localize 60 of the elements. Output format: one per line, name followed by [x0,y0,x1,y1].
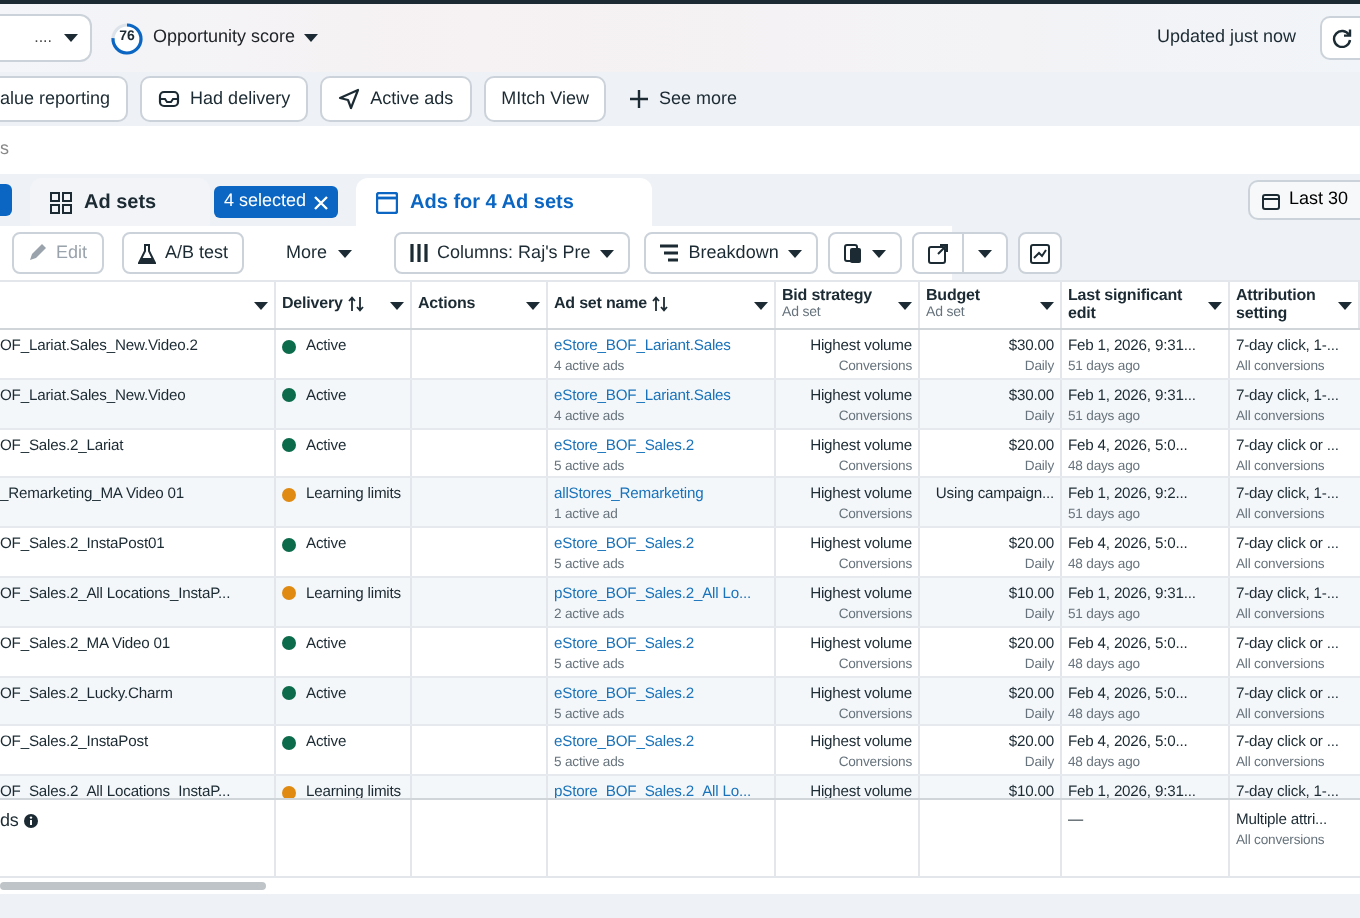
column-header[interactable]: Actions [418,296,476,314]
account-dropdown[interactable]: .... [0,14,92,62]
sort-icon [651,296,668,313]
caret-icon [254,301,268,309]
chart-button[interactable] [1018,232,1063,274]
caret-icon [872,249,887,257]
columns-button[interactable]: Columns: Raj's Pre [393,232,631,274]
pencil-icon [28,244,46,262]
filter-chip[interactable]: MItch View [483,76,607,122]
caret-icon [64,34,78,42]
column-header[interactable]: Ad set name [554,296,647,314]
scrollbar-thumb[interactable] [0,882,266,891]
breakdown-button[interactable]: Breakdown [644,232,819,274]
caret-icon [898,301,912,309]
caret-icon [754,301,768,309]
opportunity-score-dropdown[interactable]: Opportunity score [153,24,319,52]
tab[interactable]: Ad sets [30,178,210,226]
flask-icon [137,243,156,263]
export-button[interactable] [912,232,965,274]
caret-icon [1208,301,1222,309]
reports-button[interactable] [828,232,903,274]
calendar-icon [1262,191,1281,209]
caret-icon [337,249,352,257]
tab[interactable]: Ads for 4 Ad sets [356,178,653,226]
ab-test-button[interactable]: A/B test [121,232,245,274]
caret-icon [788,249,803,257]
column-header[interactable]: Last significant edit [1068,287,1208,323]
column-header[interactable]: Attribution setting [1236,287,1338,323]
filter-chip[interactable]: Active ads [320,76,472,122]
date-range-button[interactable]: Last 30 [1248,180,1360,220]
plus-icon [630,90,649,108]
selection-badge: 4 selected [214,186,339,218]
summary-label: ds [0,808,19,835]
refresh-icon [1331,28,1351,48]
inbox-icon [158,88,181,110]
caret-icon [304,34,319,42]
caret-icon [600,249,615,257]
grid-icon [50,191,72,213]
breakdown-icon [660,244,679,262]
export-icon [928,243,949,263]
search-field[interactable]: s [0,136,9,164]
columns-icon [409,244,428,262]
chart-icon [1030,243,1051,263]
refresh-button[interactable] [1320,16,1360,60]
filter-chip[interactable]: alue reporting [0,76,129,122]
export-menu-button[interactable] [962,232,1009,274]
caret-icon [978,249,993,257]
caret-icon [390,301,404,309]
filter-chip[interactable]: Had delivery [140,76,309,122]
update-status: Updated just now [1156,24,1296,51]
caret-icon [526,301,540,309]
column-header[interactable]: Delivery [282,296,343,314]
caret-icon [1338,301,1352,309]
close-icon [314,195,329,209]
sort-icon [347,296,364,313]
info-icon [23,814,38,829]
clear-selection-button[interactable] [314,195,329,209]
see-more-button[interactable]: See more [618,85,749,113]
send-icon [338,88,361,110]
caret-icon [1040,301,1054,309]
